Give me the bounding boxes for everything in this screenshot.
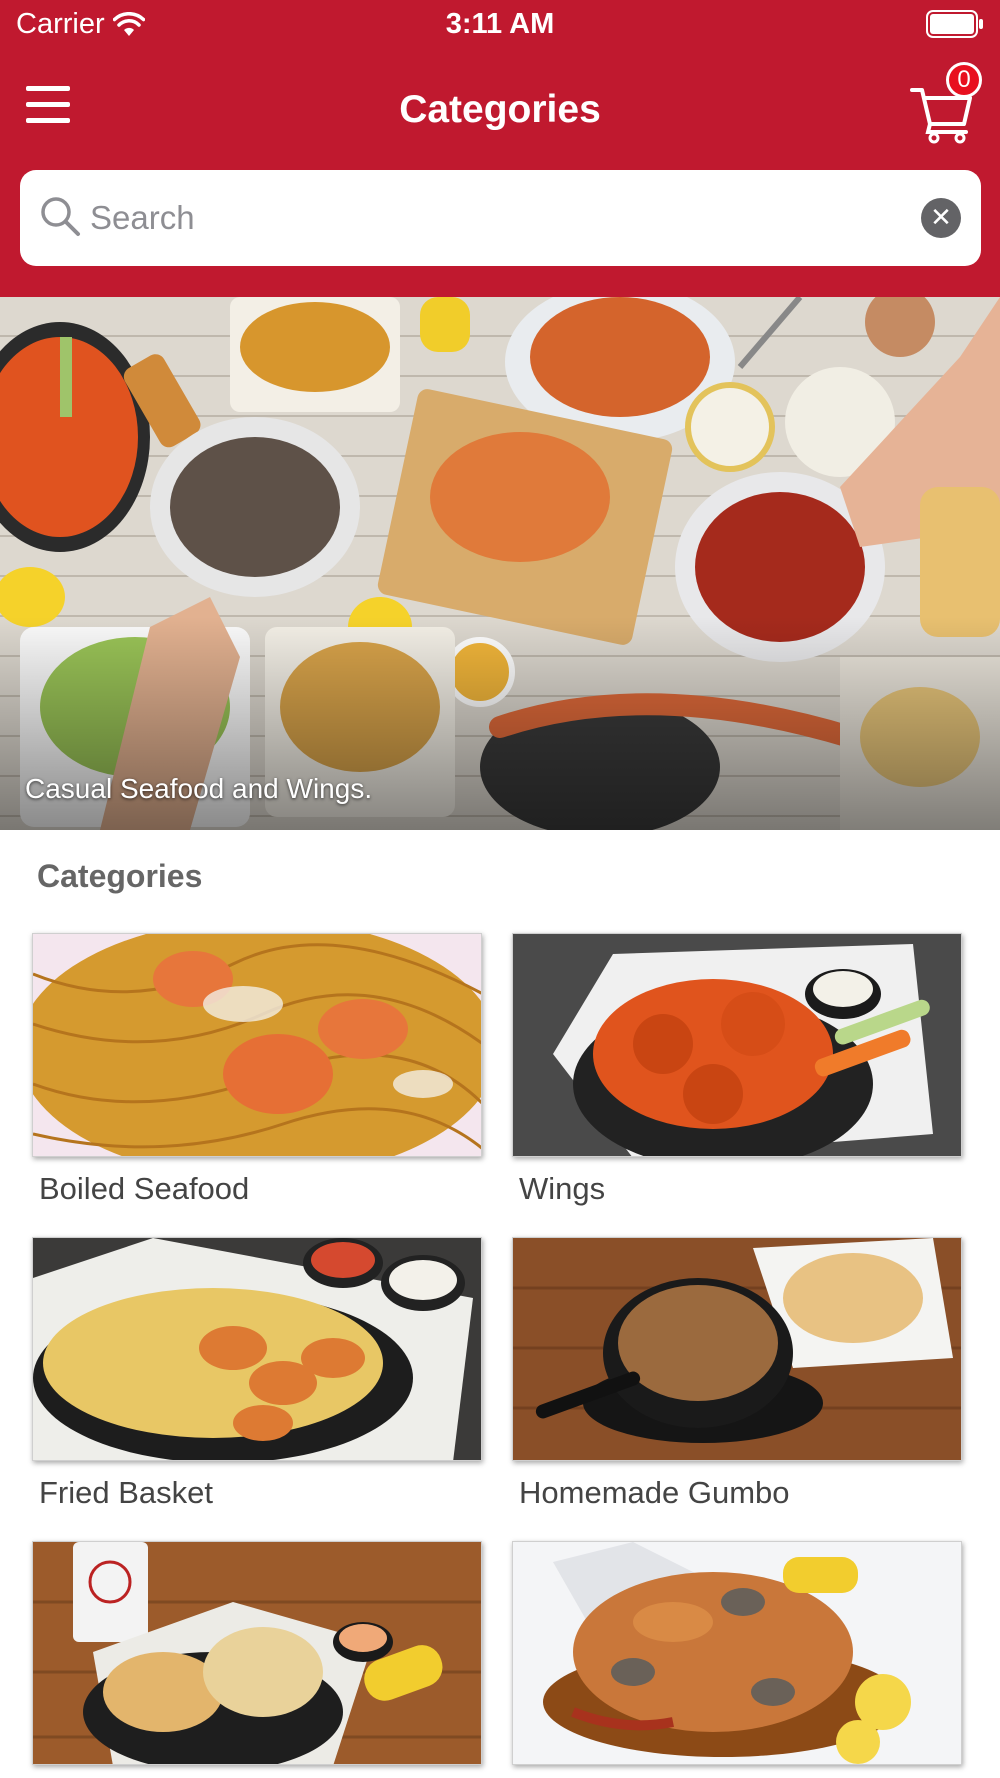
hero-image: [0, 297, 1000, 830]
section-title: Categories: [37, 858, 203, 894]
category-card-fried-basket[interactable]: Fried Basket: [32, 1237, 482, 1511]
app-screen: Carrier 3:11 AM Categories 0 Search ✕ Ca…: [0, 0, 1000, 1778]
category-image: [32, 1237, 482, 1461]
category-label: Homemade Gumbo: [519, 1475, 790, 1510]
page-title: Categories: [399, 88, 601, 131]
category-label: Fried Basket: [39, 1475, 214, 1510]
search-icon: [41, 197, 80, 236]
category-image: [512, 933, 962, 1157]
cart-button[interactable]: 0: [910, 60, 982, 144]
category-card-homemade-gumbo[interactable]: Homemade Gumbo: [512, 1237, 962, 1511]
close-icon: ✕: [930, 202, 952, 232]
search-input[interactable]: [90, 188, 930, 248]
category-label: Wings: [519, 1171, 606, 1206]
category-card-seafood-boil[interactable]: [512, 1541, 962, 1778]
category-card-wings[interactable]: Wings: [512, 933, 962, 1207]
cart-count-badge: 0: [946, 62, 982, 98]
search-box: ✕: [20, 170, 981, 266]
hero-caption: Casual Seafood and Wings.: [25, 773, 373, 804]
category-image: [32, 1541, 482, 1765]
category-image: [512, 1541, 962, 1765]
status-time: 3:11 AM: [445, 8, 555, 40]
category-image: [32, 933, 482, 1157]
status-bar: Carrier 3:11 AM: [0, 0, 1000, 50]
battery-icon: [926, 10, 983, 38]
header: Carrier 3:11 AM Categories 0 Search ✕: [0, 0, 1000, 297]
nav-bar: Categories 0: [0, 60, 1000, 160]
category-card-fish-basket[interactable]: [32, 1541, 482, 1778]
category-image: [512, 1237, 962, 1461]
hero-banner: Casual Seafood and Wings.: [0, 297, 1000, 830]
category-label: Boiled Seafood: [39, 1171, 250, 1206]
clear-search-button[interactable]: ✕: [921, 198, 961, 238]
category-card-boiled-seafood[interactable]: Boiled Seafood: [32, 933, 482, 1207]
